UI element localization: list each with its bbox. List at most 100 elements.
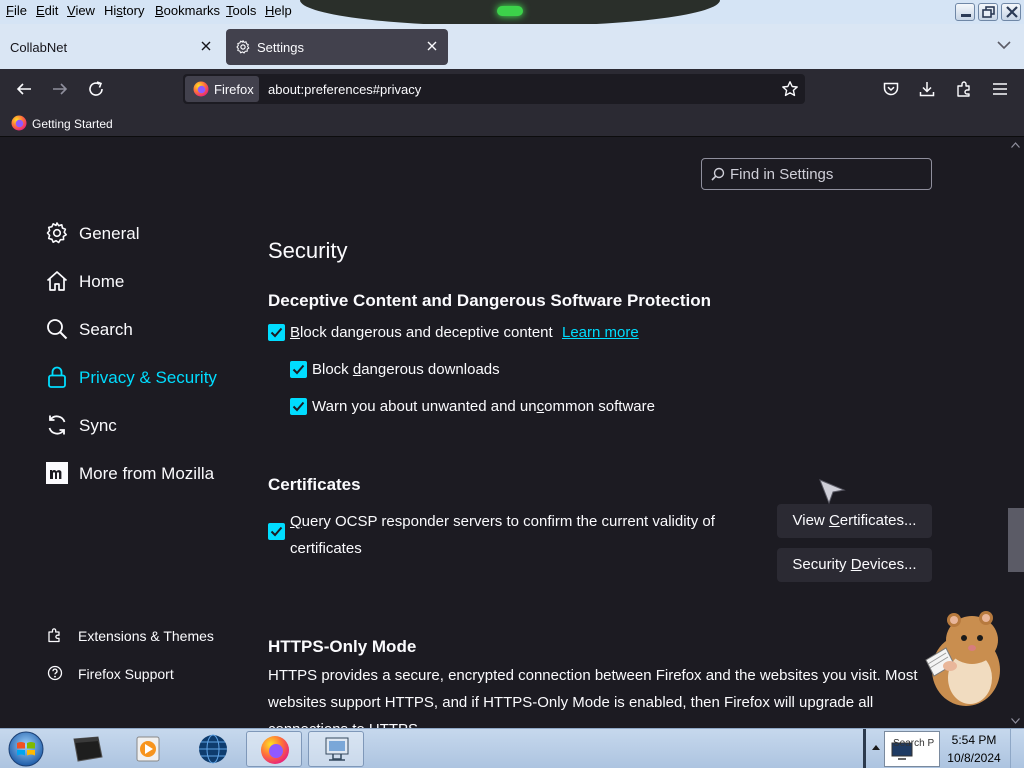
- mozilla-icon: [46, 462, 68, 484]
- section-title: Security: [268, 238, 348, 263]
- taskbar-media-player[interactable]: [122, 731, 178, 767]
- menu-edit[interactable]: Edit: [36, 3, 58, 18]
- menu-help[interactable]: Help: [265, 3, 292, 18]
- block-downloads-checkbox-row[interactable]: Block dangerous downloads: [290, 361, 550, 381]
- category-label: More from Mozilla: [79, 464, 215, 483]
- gear-icon: [236, 40, 250, 54]
- back-arrow-icon[interactable]: [15, 80, 33, 98]
- tray-expand-arrow-icon[interactable]: [871, 743, 881, 751]
- gear-icon: [46, 222, 67, 244]
- firefox-icon: [193, 81, 209, 97]
- tab-label: Settings: [257, 40, 304, 55]
- sync-icon: [48, 415, 66, 435]
- tab-collabnet[interactable]: CollabNet: [0, 29, 222, 65]
- close-icon: [1006, 6, 1018, 18]
- search-icon: [47, 319, 68, 340]
- find-in-settings[interactable]: [701, 158, 932, 190]
- certificates-heading: Certificates: [268, 475, 361, 494]
- bookmark-label: Getting Started: [32, 117, 113, 131]
- scrollbar-thumb[interactable]: [1008, 508, 1024, 572]
- pocket-icon[interactable]: [882, 80, 900, 98]
- category-label: Home: [79, 272, 125, 291]
- close-window-button[interactable]: [1001, 3, 1021, 21]
- menu-history[interactable]: History: [104, 3, 144, 18]
- warn-unwanted-checkbox[interactable]: [290, 398, 307, 415]
- clock-date[interactable]: 10/8/2024: [945, 751, 1003, 765]
- show-desktop-button[interactable]: [1010, 729, 1024, 768]
- tab-settings[interactable]: Settings: [226, 29, 448, 65]
- checkmark-icon: [270, 327, 283, 338]
- vertical-scrollbar[interactable]: [1007, 138, 1024, 728]
- close-tab-icon[interactable]: [424, 38, 440, 54]
- tray-preview-label: Search P: [893, 738, 935, 749]
- menu-view[interactable]: View: [67, 3, 95, 18]
- tab-label: CollabNet: [10, 40, 68, 55]
- url-text[interactable]: about:preferences#privacy: [268, 82, 421, 97]
- globe-icon: [199, 734, 227, 764]
- tray-search-preview[interactable]: Search P: [884, 731, 940, 767]
- titlebar-glow: [497, 6, 523, 16]
- deceptive-content-heading: Deceptive Content and Dangerous Software…: [268, 291, 712, 310]
- bookmark-star-icon[interactable]: [781, 80, 799, 98]
- minimize-button[interactable]: [955, 3, 975, 21]
- https-only-description: HTTPS provides a secure, encrypted conne…: [268, 667, 918, 728]
- block-dangerous-checkbox-row[interactable]: Block dangerous and deceptive content Le…: [268, 324, 668, 344]
- ocsp-checkbox[interactable]: [268, 523, 285, 540]
- ocsp-label[interactable]: Query OCSP responder servers to confirm …: [290, 508, 740, 562]
- taskbar-firefox[interactable]: [246, 731, 302, 767]
- bookmarks-toolbar: Getting Started: [0, 109, 1024, 137]
- warn-unwanted-label: Warn you about unwanted and uncommon sof…: [312, 398, 655, 415]
- windows-taskbar: Search P 5:54 PM 10/8/2024: [0, 728, 1024, 768]
- reload-icon[interactable]: [87, 80, 105, 98]
- search-icon: [711, 167, 725, 181]
- view-certificates-button[interactable]: View Certificates...: [777, 504, 932, 538]
- menu-hamburger-icon[interactable]: [991, 80, 1009, 98]
- url-bar[interactable]: Firefox about:preferences#privacy: [183, 74, 805, 104]
- identity-box[interactable]: Firefox: [185, 76, 259, 102]
- menu-file[interactable]: File: [6, 3, 27, 18]
- media-player-icon: [136, 736, 160, 762]
- scroll-down-arrow-icon[interactable]: [1011, 718, 1020, 724]
- restore-button[interactable]: [978, 3, 998, 21]
- footer-link-label: Firefox Support: [78, 666, 174, 682]
- category-label: Privacy & Security: [79, 368, 217, 387]
- block-downloads-label: Block dangerous downloads: [312, 361, 500, 378]
- menu-bookmarks[interactable]: Bookmarks: [155, 3, 220, 18]
- taskbar-console-app[interactable]: [60, 731, 116, 767]
- category-label: General: [79, 224, 140, 243]
- block-dangerous-checkbox[interactable]: [268, 324, 285, 341]
- checkmark-icon: [270, 526, 283, 537]
- extensions-icon[interactable]: [955, 80, 973, 98]
- https-only-heading: HTTPS-Only Mode: [268, 637, 417, 656]
- taskbar-globe-app[interactable]: [184, 731, 240, 767]
- learn-more-link[interactable]: Learn more: [562, 324, 639, 341]
- home-icon: [46, 271, 68, 291]
- restore-icon: [982, 6, 995, 18]
- menu-tools[interactable]: Tools: [226, 3, 256, 18]
- navigation-toolbar: Firefox about:preferences#privacy: [0, 69, 1024, 109]
- identity-label: Firefox: [214, 82, 254, 97]
- tray-divider: [863, 729, 866, 768]
- lock-icon: [48, 366, 66, 388]
- clock-time[interactable]: 5:54 PM: [950, 733, 998, 747]
- firefox-icon: [261, 736, 289, 764]
- taskbar-network-app[interactable]: [308, 731, 364, 767]
- category-label: Search: [79, 320, 133, 339]
- titlebar-decoration: [300, 0, 720, 26]
- network-computer-icon: [325, 737, 349, 761]
- console-window-icon: [73, 736, 103, 762]
- download-icon[interactable]: [918, 80, 936, 98]
- close-tab-icon[interactable]: [198, 38, 214, 54]
- hamster-mascot-icon: [925, 611, 1000, 706]
- chevron-down-icon[interactable]: [996, 37, 1012, 53]
- firefox-icon: [11, 115, 27, 131]
- start-button-icon[interactable]: [6, 730, 46, 768]
- find-in-settings-input[interactable]: [730, 164, 925, 184]
- block-downloads-checkbox[interactable]: [290, 361, 307, 378]
- security-devices-button[interactable]: Security Devices...: [777, 548, 932, 582]
- minimize-icon: [961, 14, 971, 17]
- tab-strip: CollabNet Settings: [0, 24, 1024, 69]
- warn-unwanted-checkbox-row[interactable]: Warn you about unwanted and uncommon sof…: [290, 398, 670, 418]
- scroll-up-arrow-icon[interactable]: [1011, 142, 1020, 148]
- forward-arrow-icon[interactable]: [51, 80, 69, 98]
